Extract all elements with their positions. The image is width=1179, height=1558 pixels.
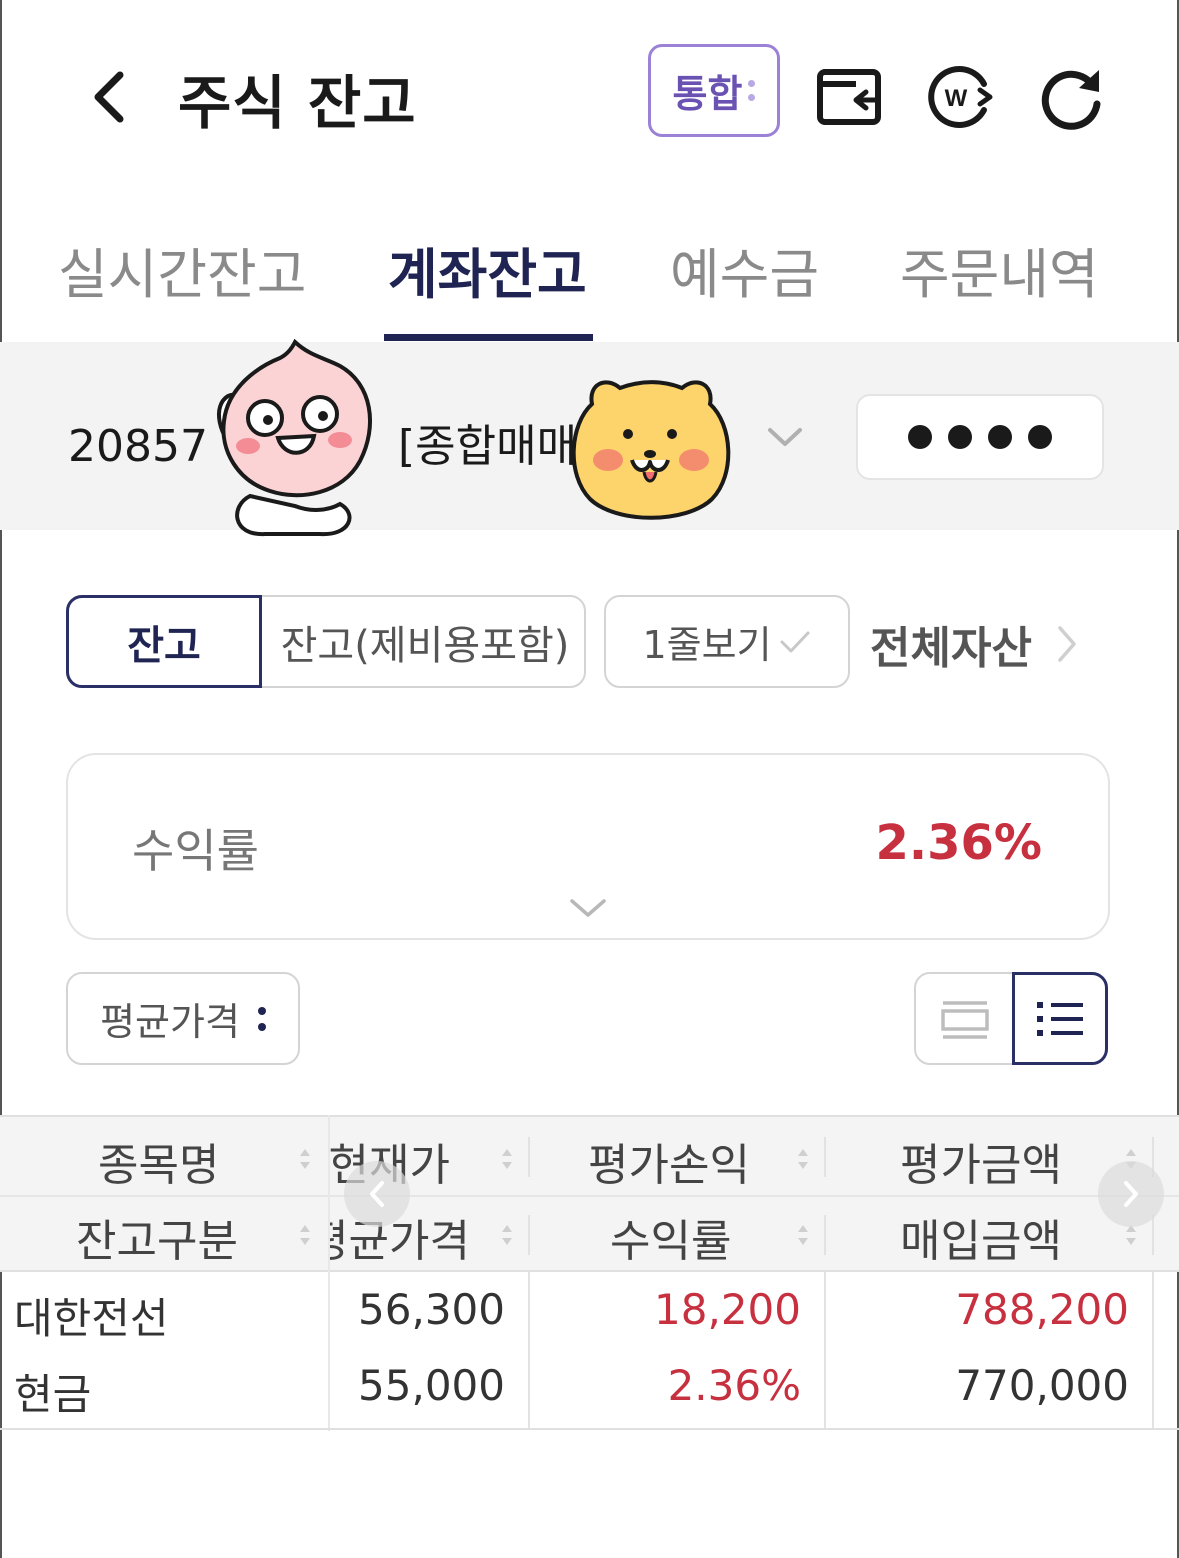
one-line-view-toggle[interactable]: 1줄보기 (604, 595, 850, 688)
tab-order-history[interactable]: 주문내역 (900, 230, 1099, 309)
scroll-right-button[interactable] (1098, 1161, 1164, 1227)
sort-arrows-icon[interactable] (500, 1147, 514, 1171)
header-purchase-amount[interactable]: 매입금액 (900, 1205, 1062, 1269)
refresh-icon (1041, 70, 1101, 130)
chevron-right-icon (1124, 1181, 1138, 1207)
chevron-right-icon (1058, 626, 1076, 662)
peach-character-sticker (217, 338, 373, 537)
balance-option[interactable]: 잔고 (66, 595, 262, 688)
back-button[interactable] (78, 62, 138, 132)
sort-arrows-icon[interactable] (796, 1223, 810, 1247)
header-eval-pl[interactable]: 평가손익 (588, 1129, 750, 1193)
header-eval-amount[interactable]: 평가금액 (900, 1129, 1062, 1193)
integrated-label: 통합 (672, 72, 743, 116)
svg-text:W: W (945, 85, 968, 112)
balance-type-segment: 잔고 잔고(제비용포함) (66, 595, 586, 688)
return-rate-cell: 2.36% (667, 1361, 801, 1410)
sort-by-average-price-button[interactable]: 평균가격 (66, 972, 300, 1065)
header: 주식 잔고 통합 W (0, 0, 1179, 190)
sort-arrows-icon[interactable] (796, 1147, 810, 1171)
current-price-cell: 56,300 (358, 1285, 505, 1334)
scroll-left-button[interactable] (344, 1161, 410, 1227)
tab-deposit[interactable]: 예수금 (670, 230, 819, 309)
list-view-button[interactable] (1012, 972, 1108, 1065)
refresh-button[interactable] (1036, 62, 1106, 132)
currency-exchange-button[interactable]: W (926, 62, 996, 132)
return-label: 수익률 (132, 824, 259, 878)
sort-arrows-icon[interactable] (298, 1223, 312, 1247)
average-price-cell: 55,000 (358, 1361, 505, 1410)
card-view-button[interactable] (916, 974, 1013, 1063)
sort-arrows-icon[interactable] (500, 1223, 514, 1247)
list-view-icon (1037, 1001, 1083, 1036)
sort-arrows-icon[interactable] (298, 1147, 312, 1171)
currency-exchange-icon: W (928, 66, 993, 128)
table-header: 종목명 현재가 평가손익 평가금액 잔고구분 평균가격 수익률 매입금액 (0, 1115, 1179, 1272)
return-value: 2.36% (875, 815, 1042, 871)
lion-character-sticker (571, 380, 731, 520)
card-view-icon (940, 1000, 989, 1039)
account-type: [종합매매 (397, 421, 578, 472)
expand-chevron-icon (570, 899, 606, 917)
eval-pl-cell: 18,200 (654, 1285, 801, 1334)
tab-bar: 실시간잔고 계좌잔고 예수금 주문내역 (0, 200, 1179, 342)
sort-label: 평균가격 (100, 1000, 240, 1044)
active-tab-indicator (384, 334, 593, 341)
total-assets-label: 전체자산 (870, 623, 1032, 674)
total-assets-link[interactable]: 전체자산 (870, 612, 1078, 676)
eval-amount-cell: 788,200 (955, 1285, 1129, 1334)
holdings-table: 종목명 현재가 평가손익 평가금액 잔고구분 평균가격 수익률 매입금액 대한전… (0, 1115, 1179, 1431)
wallet-transfer-icon (817, 69, 881, 125)
check-icon (780, 631, 810, 652)
more-dots-icon (748, 80, 756, 101)
password-field[interactable] (856, 394, 1104, 480)
chevron-down-icon[interactable] (762, 414, 808, 460)
wallet-transfer-button[interactable] (814, 62, 884, 132)
purchase-amount-cell: 770,000 (955, 1361, 1129, 1410)
header-balance-type[interactable]: 잔고구분 (76, 1205, 238, 1269)
stock-name-cell: 대한전선 (14, 1294, 169, 1343)
header-stock-name[interactable]: 종목명 (98, 1129, 219, 1193)
tab-realtime-balance[interactable]: 실시간잔고 (58, 230, 306, 309)
integrated-toggle-button[interactable]: 통합 (648, 44, 780, 137)
view-mode-toggle (914, 972, 1108, 1065)
header-return-rate[interactable]: 수익률 (610, 1205, 731, 1269)
chevron-left-icon (370, 1181, 384, 1207)
balance-with-fees-option[interactable]: 잔고(제비용포함) (264, 597, 586, 686)
tab-account-balance[interactable]: 계좌잔고 (388, 230, 587, 309)
one-line-view-label: 1줄보기 (642, 623, 772, 667)
return-summary-card[interactable]: 수익률 2.36% (66, 753, 1110, 940)
page-title: 주식 잔고 (178, 69, 417, 137)
more-dots-icon (257, 1006, 266, 1031)
account-number: 20857 (68, 421, 208, 472)
back-chevron-icon (94, 71, 124, 123)
balance-type-cell: 현금 (14, 1370, 92, 1419)
